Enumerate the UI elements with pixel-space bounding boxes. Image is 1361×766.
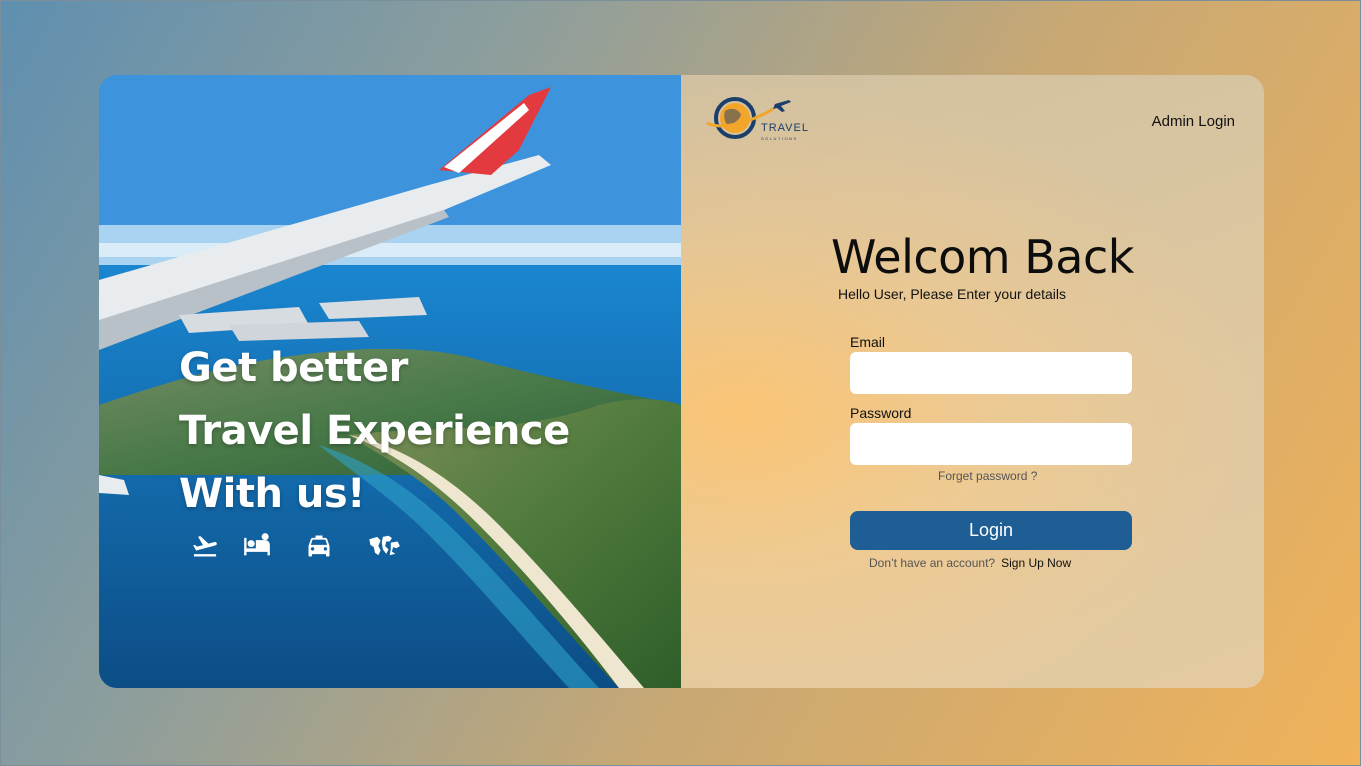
page-subtitle: Hello User, Please Enter your details — [838, 286, 1066, 302]
taxi-icon — [305, 532, 333, 560]
login-button[interactable]: Login — [850, 511, 1132, 550]
hotel-bed-icon — [243, 532, 271, 560]
password-label: Password — [850, 405, 912, 421]
email-label: Email — [850, 334, 886, 350]
signup-link[interactable]: Sign Up Now — [1001, 556, 1071, 570]
brand-logo[interactable]: TRAVEL SOLUTIONS — [703, 91, 813, 143]
hero-service-icons — [191, 532, 419, 560]
password-field[interactable] — [850, 423, 1132, 465]
logo-text: TRAVEL — [761, 122, 809, 134]
hero-line-1: Get better — [179, 345, 408, 391]
admin-login-link[interactable]: Admin Login — [1152, 113, 1235, 130]
login-panel: TRAVEL SOLUTIONS Admin Login Welcom Back… — [681, 75, 1264, 688]
email-field[interactable] — [850, 352, 1132, 394]
no-account-text: Don’t have an account? — [869, 556, 996, 570]
hero-line-3: With us! — [179, 471, 365, 517]
hero-image-panel: Get better Travel Experience With us! — [99, 75, 681, 688]
signup-prompt: Don’t have an account? Sign Up Now — [869, 556, 1071, 570]
logo-subtext: SOLUTIONS — [761, 136, 798, 141]
world-map-icon — [367, 532, 400, 560]
login-card: Get better Travel Experience With us! TR… — [99, 75, 1264, 688]
forgot-password-link[interactable]: Forget password ? — [938, 469, 1037, 483]
page-title: Welcom Back — [831, 230, 1134, 284]
flight-takeoff-icon — [191, 532, 219, 560]
hero-line-2: Travel Experience — [179, 408, 570, 454]
hero-tagline: Get better Travel Experience With us! — [179, 337, 570, 526]
